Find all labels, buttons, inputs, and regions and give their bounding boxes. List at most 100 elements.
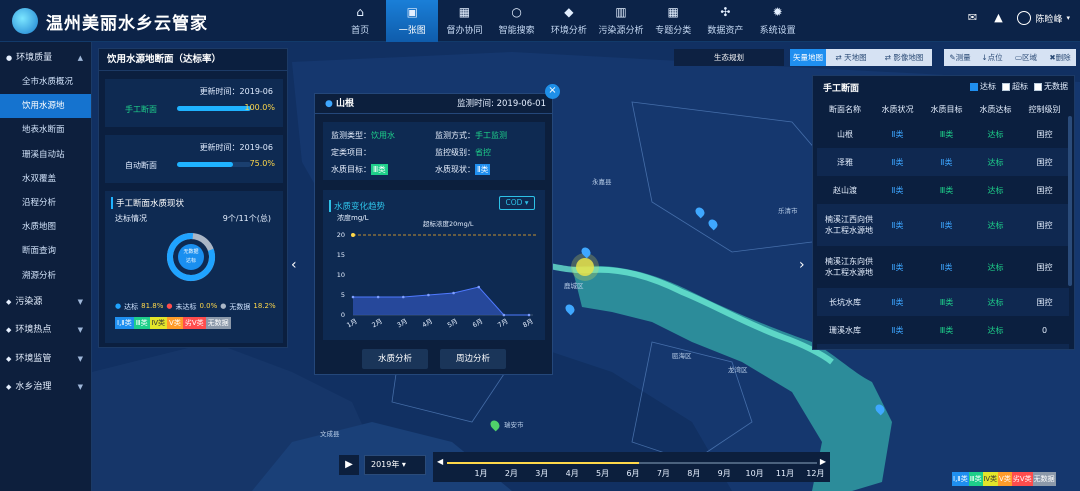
sidebar-group-env-quality[interactable]: ● 环境质量 ▲ (0, 46, 91, 70)
data-point (401, 295, 405, 299)
sidebar-item[interactable]: 全市水质概况 (0, 70, 91, 94)
measure-button[interactable]: ✎测量 (944, 49, 976, 66)
station-popup: ● 山根 监测时间: 2019-06-01 × 监测类型：饮用水 监测方式：手工… (314, 84, 560, 375)
nav-label: 一张图 (398, 26, 426, 36)
timeline-month[interactable]: 9月 (709, 468, 739, 479)
chevron-right-icon[interactable]: › (799, 257, 805, 273)
surrounding-analysis-button[interactable]: 周边分析 (440, 349, 506, 369)
timeline-month[interactable]: 5月 (588, 468, 618, 479)
table-row[interactable]: 赵山渡 Ⅱ类 Ⅲ类 达标 国控 (817, 176, 1069, 204)
nav-item-8[interactable]: ✹ 系统设置 (752, 0, 804, 42)
timeline-month[interactable]: 1月 (466, 468, 496, 479)
tianditu-button[interactable]: ⇄ 天地图 (826, 49, 876, 66)
year-select[interactable]: 2019年 ▾ (364, 455, 426, 475)
chevron-down-icon: ▾ (1066, 14, 1070, 22)
timeline-month[interactable]: 12月 (800, 468, 830, 479)
network-icon: ✣ (720, 5, 731, 19)
nav-item-1[interactable]: ▣ 一张图 (386, 0, 439, 42)
table-row[interactable]: 珊溪水库 Ⅱ类 Ⅲ类 达标 0 (817, 316, 1069, 344)
table-cell: 国控 (1020, 204, 1069, 246)
chevron-down-icon: ▼ (77, 297, 83, 306)
sidebar-item[interactable]: 饮用水源地 (0, 94, 91, 119)
scrollbar[interactable] (1068, 116, 1072, 286)
table-row[interactable]: 泽雅 Ⅱ类 Ⅱ类 达标 国控 (817, 148, 1069, 176)
sidebar-group[interactable]: ◆ 水乡治理 ▼ (0, 373, 91, 402)
sidebar-item[interactable]: 地表水断面 (0, 118, 91, 142)
table-cell: Ⅱ类 (891, 262, 904, 272)
nav-item-2[interactable]: ▦ 督办协同 (438, 0, 490, 42)
area-button[interactable]: ▭区域 (1008, 49, 1044, 66)
table-header: 水质目标 (930, 104, 963, 114)
eco-plan-button[interactable]: 生态规划 (674, 49, 784, 66)
timeline-month[interactable]: 6月 (618, 468, 648, 479)
user-name: 陈睑峰 (1035, 14, 1063, 25)
bullet-icon: ● (6, 54, 13, 62)
monitor-icon: ◆ (6, 354, 12, 363)
table-cell: 国控 (1020, 148, 1069, 176)
table-row[interactable]: 东门水库Ⅱ类Ⅲ类达标国控 (817, 344, 1069, 349)
table-header: 断面名称 (829, 104, 861, 114)
timeline-month[interactable]: 4月 (557, 468, 587, 479)
chevron-up-icon: ▲ (77, 54, 83, 62)
x-tick-label: 4月 (421, 317, 434, 329)
nav-item-7[interactable]: ✣ 数据资产 (699, 0, 751, 42)
sidebar-item[interactable]: 断面查询 (0, 239, 91, 263)
donut-legend: ● 达标 81.8% ● 未达标 0.0% ● 无数据 18.2% (115, 302, 276, 311)
nav-label: 督办协同 (446, 26, 483, 36)
table-cell: Ⅱ类 (922, 204, 971, 246)
nav-item-4[interactable]: ◆ 环境分析 (543, 0, 595, 42)
table-row[interactable]: 楠溪江西向供水工程水源地 Ⅱ类 Ⅱ类 达标 国控 (817, 204, 1069, 246)
timeline-month[interactable]: 3月 (527, 468, 557, 479)
bell-icon[interactable]: ▲ (991, 11, 1005, 25)
nav-item-5[interactable]: ▥ 污染源分析 (595, 0, 647, 42)
station-name: 山根 (336, 99, 355, 109)
timeline-next-icon[interactable]: ▶ (820, 457, 826, 466)
satellite-map-button[interactable]: ⇄ 影像地图 (876, 49, 932, 66)
timeline[interactable]: ◀ ▶ 1月 2月 3月 4月 5月 6月 7月 8月 9月 10月 11月 12月 (433, 452, 830, 482)
user-menu[interactable]: 陈睑峰 ▾ (1017, 11, 1070, 25)
filter-exceed-checkbox[interactable]: 超标 (1002, 81, 1028, 92)
close-icon[interactable]: × (545, 84, 560, 99)
timeline-prev-icon[interactable]: ◀ (437, 457, 443, 466)
sidebar-group[interactable]: ◆ 环境热点 ▼ (0, 316, 91, 345)
factory-icon: ◆ (6, 297, 12, 306)
sidebar-group[interactable]: ◆ 环境监管 ▼ (0, 345, 91, 374)
table-cell: 国控 (1036, 185, 1053, 195)
app-title: 温州美丽水乡云管家 (46, 14, 208, 34)
sidebar-item[interactable]: 水双覆盖 (0, 167, 91, 191)
table-cell: Ⅲ类 (939, 325, 954, 335)
point-button[interactable]: ↓点位 (976, 49, 1008, 66)
sidebar-item[interactable]: 水质地图 (0, 215, 91, 239)
sidebar-group[interactable]: ◆ 污染源 ▼ (0, 288, 91, 317)
delete-button[interactable]: ✖删除 (1044, 49, 1076, 66)
sidebar-item[interactable]: 珊溪自动站 (0, 143, 91, 167)
filter-compliant-checkbox[interactable]: 达标 (970, 81, 996, 92)
search-icon: ○ (511, 5, 522, 19)
table-row[interactable]: 楠溪江东向供水工程水源地 Ⅱ类 Ⅱ类 达标 国控 (817, 246, 1069, 288)
table-row[interactable]: 长坑水库 Ⅱ类 Ⅲ类 达标 国控 (817, 288, 1069, 316)
sidebar-item[interactable]: 溯源分析 (0, 264, 91, 288)
chevron-left-icon[interactable]: ‹ (291, 257, 297, 273)
mail-icon[interactable]: ✉ (965, 11, 979, 25)
nav-item-3[interactable]: ○ 智能搜索 (491, 0, 543, 42)
table-cell: Ⅱ类 (873, 344, 922, 349)
water-quality-analysis-button[interactable]: 水质分析 (362, 349, 428, 369)
timeline-month[interactable]: 7月 (648, 468, 678, 479)
vector-map-button[interactable]: 矢量地图 (790, 49, 826, 66)
nav-item-6[interactable]: ▦ 专题分类 (647, 0, 699, 42)
sidebar-item[interactable]: 沿程分析 (0, 191, 91, 215)
y-tick-label: 0 (341, 311, 345, 319)
play-icon[interactable]: ▶ (339, 455, 359, 475)
x-tick-label: 1月 (345, 317, 358, 329)
nav-item-0[interactable]: ⌂ 首页 (334, 0, 386, 42)
timeline-month[interactable]: 8月 (679, 468, 709, 479)
timeline-month[interactable]: 2月 (496, 468, 526, 479)
manual-section-card[interactable]: 更新时间：2019-06 手工断面 100.0% (105, 79, 283, 127)
timeline-month[interactable]: 10月 (740, 468, 770, 479)
filter-nodata-checkbox[interactable]: 无数据 (1034, 81, 1068, 92)
table-cell: Ⅱ类 (873, 288, 922, 316)
table-row[interactable]: 山根 Ⅱ类 Ⅲ类 达标 国控 (817, 120, 1069, 148)
timeline-month[interactable]: 11月 (770, 468, 800, 479)
trend-chart-box: 水质变化趋势 COD ▾ 浓度mg/L 超标浓度20mg/L 20 15 10 5 0 1月 2… (323, 190, 545, 340)
auto-section-card[interactable]: 更新时间：2019-06 自动断面 75.0% (105, 135, 283, 183)
